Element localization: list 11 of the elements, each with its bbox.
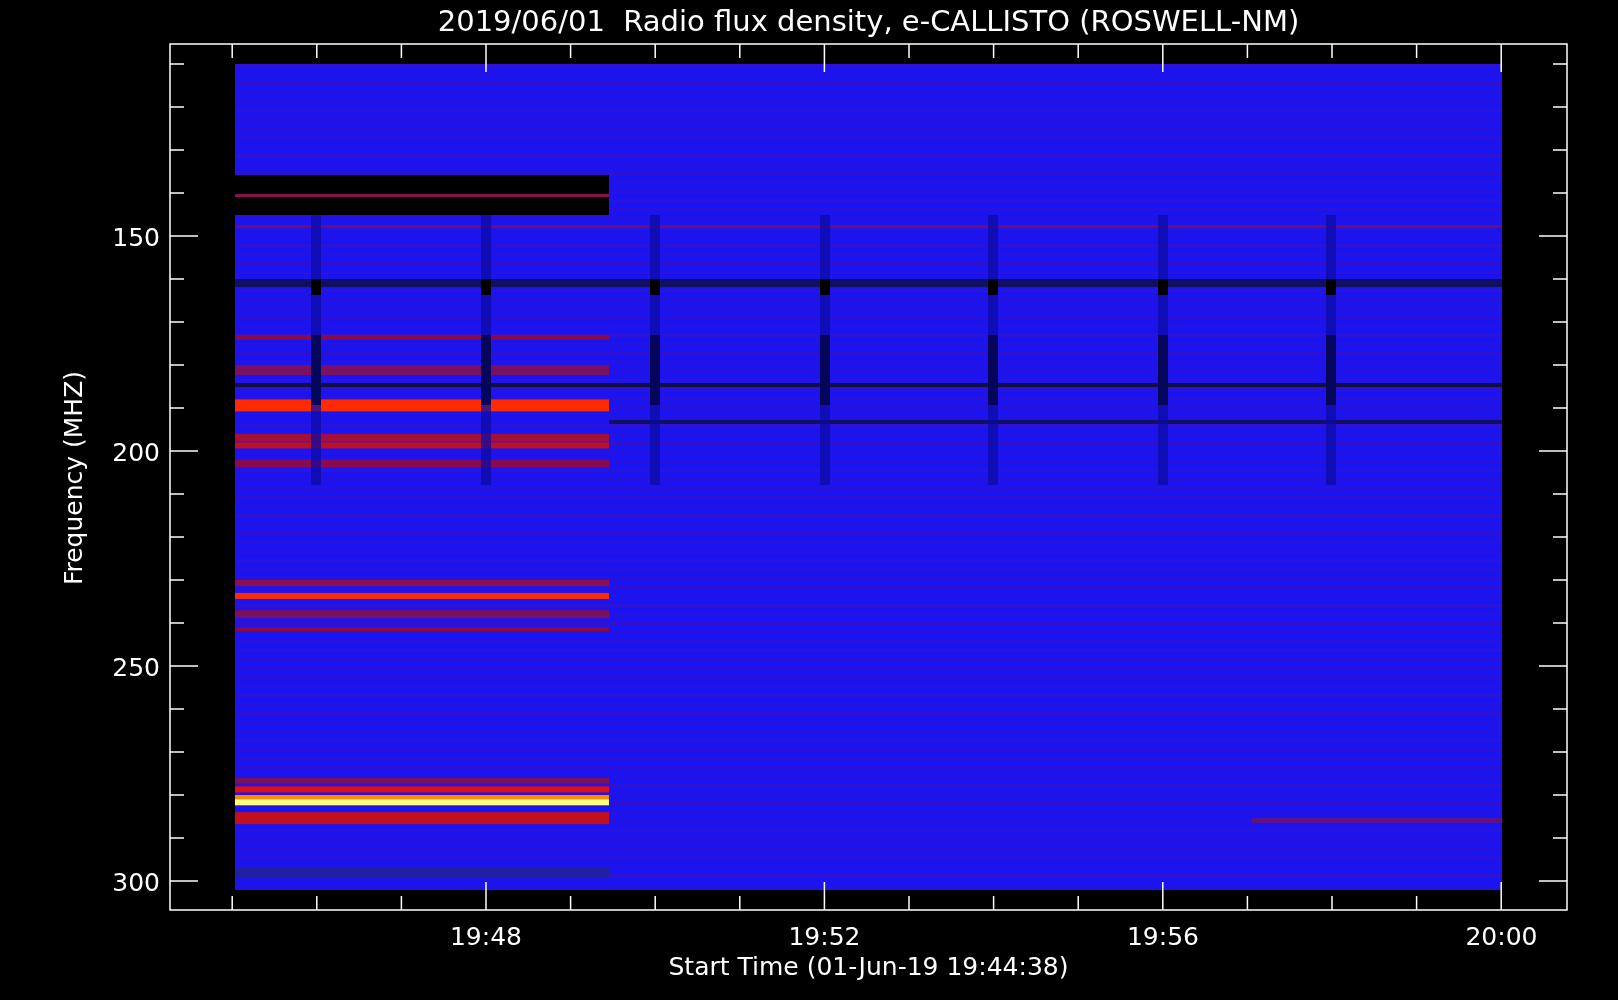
tick-label: 19:52 (788, 922, 861, 951)
tick-label: 250 (112, 653, 160, 682)
tick-label: 200 (112, 438, 160, 467)
axis-label: Frequency (MHZ) (59, 370, 88, 586)
tick-label: 150 (112, 223, 160, 252)
tick-label: 19:56 (1127, 922, 1199, 951)
chart-title: 2019/06/01 Radio flux density, e-CALLISTO (ROSWELL-NM) (437, 4, 1300, 38)
tick-label: 19:48 (450, 922, 522, 951)
axis-label: Start Time (01-Jun-19 19:44:38) (668, 952, 1069, 981)
tick-label: 300 (112, 868, 160, 897)
tick-label: 20:00 (1465, 922, 1538, 951)
